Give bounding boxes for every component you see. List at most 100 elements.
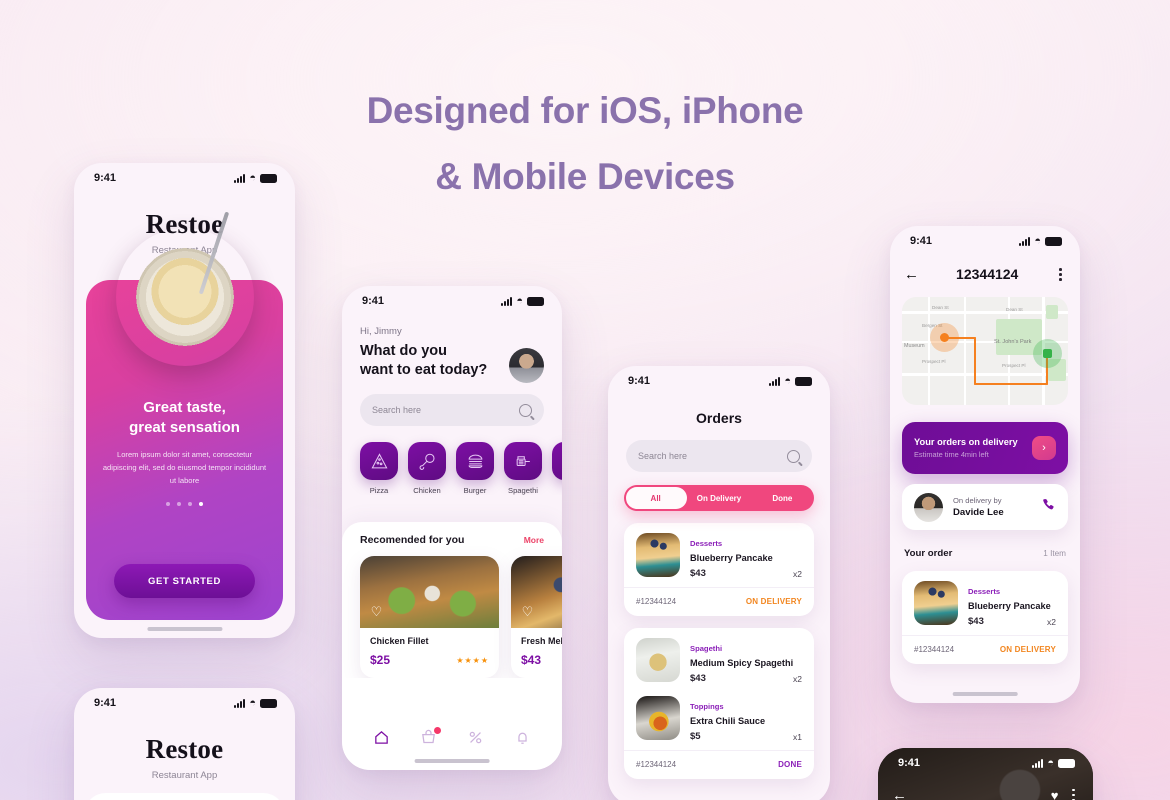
detail-actions: ♥: [1051, 787, 1079, 800]
status-time: 9:41: [628, 375, 651, 387]
banner-subtitle: Estimate time 4min left: [914, 450, 989, 459]
heart-icon[interactable]: ♡: [369, 604, 384, 619]
page-title-line-1: Designed for iOS, iPhone: [366, 90, 804, 131]
search-icon: [519, 403, 532, 417]
wifi-icon: ◓: [249, 172, 256, 184]
recommended-header: Recomended for you More: [342, 522, 562, 546]
delivery-status-banner[interactable]: Your orders on delivery Estimate time 4m…: [902, 422, 1068, 474]
nav-bell-icon[interactable]: [514, 729, 531, 751]
order-item-meta: $5 x1: [690, 731, 802, 742]
driver-name: Davide Lee: [953, 507, 1004, 518]
category-item-more[interactable]: M: [552, 442, 562, 495]
category-label: Burger: [463, 486, 487, 495]
status-icons: ◓: [1018, 235, 1062, 247]
home-question-line-1: What do you: [360, 343, 447, 359]
food-card[interactable]: ♡ Fresh Melt Bre $43: [511, 556, 562, 678]
signal-icon: [233, 698, 246, 708]
content-sheet: [84, 793, 285, 800]
tab-all[interactable]: All: [624, 494, 687, 503]
search-input[interactable]: Search here: [360, 394, 544, 426]
order-item-info: Desserts Blueberry Pancake $43 x2: [968, 581, 1056, 627]
carousel-dot-active[interactable]: [199, 502, 203, 506]
food-card-body: Fresh Melt Bre $43: [511, 628, 562, 678]
tab-on-delivery[interactable]: On Delivery: [687, 494, 750, 503]
phone-home-screen: 9:41 ◓ Hi, Jimmy What do you want to eat…: [342, 286, 562, 770]
kebab-menu-icon[interactable]: [1068, 787, 1079, 800]
order-item-qty: x2: [793, 568, 802, 579]
nav-cart-icon[interactable]: [420, 727, 441, 751]
back-arrow-icon[interactable]: ←: [904, 267, 919, 282]
home-question-line-2: want to eat today?: [360, 362, 488, 378]
order-item-info: Desserts Blueberry Pancake $43 x2: [690, 533, 802, 579]
order-item: Spagethi Medium Spicy Spagethi $43 x2: [624, 628, 814, 686]
category-label: Spagethi: [508, 486, 538, 495]
order-item-qty: x2: [1047, 616, 1056, 627]
heart-icon[interactable]: ♥: [1051, 788, 1059, 800]
signal-icon: [768, 376, 781, 386]
pasta-bowl-photo: [115, 211, 254, 366]
category-item-pizza[interactable]: Pizza: [360, 442, 398, 495]
category-label: Pizza: [369, 486, 389, 495]
carousel-dot[interactable]: [177, 502, 181, 506]
recommended-panel: Recomended for you More ♡ Chicken Fillet…: [342, 522, 562, 770]
brand-name: Restoe: [145, 734, 224, 764]
map-road: [964, 296, 966, 405]
tab-done[interactable]: Done: [751, 494, 814, 503]
battery-icon: [527, 296, 544, 306]
order-item-price: $43: [690, 568, 706, 579]
order-item-qty: x2: [793, 673, 802, 684]
order-card-footer: #12344124 ON DELIVERY: [902, 635, 1068, 664]
status-bar: 9:41 ◓: [74, 163, 295, 193]
nav-home-icon[interactable]: [373, 729, 390, 751]
status-bar: 9:41 ◓: [890, 226, 1080, 256]
chicken-leg-icon: [408, 442, 446, 480]
wifi-icon: ◓: [784, 375, 791, 387]
order-item-info: Spagethi Medium Spicy Spagethi $43 x2: [690, 638, 802, 684]
chevron-right-icon[interactable]: ›: [1032, 436, 1056, 460]
your-order-title: Your order: [904, 548, 953, 559]
order-item-name: Blueberry Pancake: [968, 601, 1051, 611]
food-meta: $43: [521, 653, 562, 667]
order-item-meta: $43 x2: [690, 673, 802, 684]
category-list[interactable]: Pizza Chicken Burger Spagethi: [342, 426, 562, 495]
heart-icon[interactable]: ♡: [520, 604, 535, 619]
order-card[interactable]: Desserts Blueberry Pancake $43 x2 #12344…: [624, 523, 814, 616]
avatar[interactable]: [509, 348, 544, 383]
carousel-dot[interactable]: [188, 502, 192, 506]
status-time: 9:41: [362, 295, 385, 307]
food-card[interactable]: ♡ Chicken Fillet $25 ★★★★: [360, 556, 499, 678]
kebab-menu-icon[interactable]: [1055, 266, 1066, 283]
phone-icon[interactable]: [1041, 497, 1056, 517]
category-item-burger[interactable]: Burger: [456, 442, 494, 495]
food-price: $43: [521, 653, 542, 667]
food-name: Fresh Melt Bre: [521, 636, 562, 646]
status-badge: ON DELIVERY: [999, 645, 1056, 654]
order-item-name: Medium Spicy Spagethi: [690, 658, 794, 668]
order-item: Desserts Blueberry Pancake $43 x2: [902, 571, 1068, 629]
home-indicator: [952, 692, 1018, 696]
route-line: [974, 336, 976, 385]
home-question: What do you want to eat today?: [360, 342, 490, 380]
map-label: Dean St: [1006, 306, 1023, 312]
status-bar: 9:41 ◓: [342, 286, 562, 316]
more-link[interactable]: More: [524, 535, 544, 545]
back-arrow-icon[interactable]: ←: [892, 788, 907, 800]
orders-search-input[interactable]: Search here: [626, 440, 812, 472]
phone-splash-screen: 9:41 ◓ Restoe Restaurant App Great taste…: [74, 163, 295, 638]
get-started-button[interactable]: GET STARTED: [114, 564, 255, 598]
nav-percent-icon[interactable]: [467, 729, 484, 751]
category-item-chicken[interactable]: Chicken: [408, 442, 446, 495]
delivery-map[interactable]: Dean St Dean St Bergen St Museum Prospec…: [902, 296, 1068, 405]
category-item-spagethi[interactable]: Spagethi: [504, 442, 542, 495]
carousel-dots[interactable]: [86, 502, 283, 506]
pickup-marker: [930, 322, 959, 352]
food-name: Chicken Fillet: [370, 636, 429, 646]
order-card[interactable]: Spagethi Medium Spicy Spagethi $43 x2 To…: [624, 628, 814, 779]
order-id: #12344124: [636, 597, 677, 606]
order-item-category: Desserts: [690, 539, 723, 548]
map-park-area: [1046, 304, 1058, 319]
fresh-melt-bread-photo: ♡: [511, 556, 562, 628]
order-card[interactable]: Desserts Blueberry Pancake $43 x2 #12344…: [902, 571, 1068, 664]
carousel-dot[interactable]: [166, 502, 170, 506]
map-label: Prospect Pl: [1002, 362, 1026, 368]
